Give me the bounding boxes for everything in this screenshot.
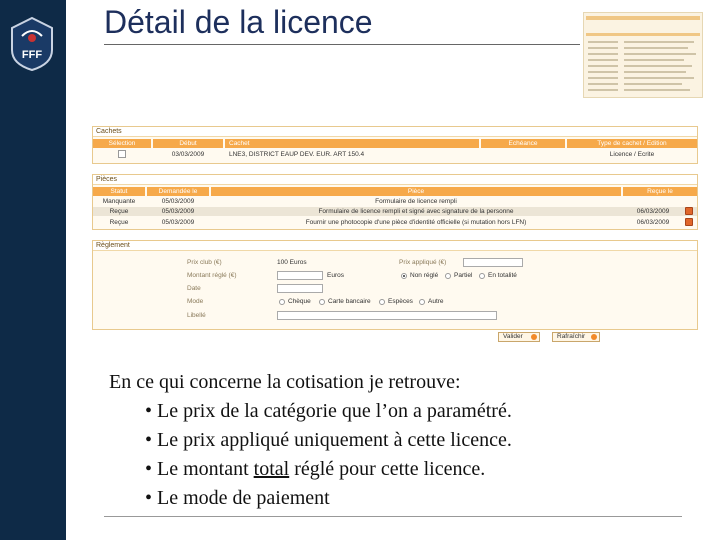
rafraichir-button[interactable]: Rafraîchir bbox=[552, 332, 600, 342]
prix-club-value: 100 Euros bbox=[277, 259, 307, 266]
mode-autre-radio[interactable] bbox=[419, 299, 425, 305]
etat-totalite-radio[interactable] bbox=[479, 273, 485, 279]
body-text: En ce qui concerne la cotisation je retr… bbox=[109, 368, 512, 513]
date-label: Date bbox=[187, 285, 201, 292]
col-selection: Sélection bbox=[93, 139, 151, 148]
bullet-item: • Le prix appliqué uniquement à cette li… bbox=[145, 429, 512, 451]
piece-demandee: 05/03/2009 bbox=[161, 219, 195, 226]
etat-partiel-radio[interactable] bbox=[445, 273, 451, 279]
cachets-panel: Cachets Sélection Début Cachet Echéance … bbox=[92, 126, 698, 164]
cachet-echeance bbox=[481, 150, 565, 159]
etat-non-regle-label: Non réglé bbox=[410, 272, 439, 279]
thumbnail-preview bbox=[583, 12, 703, 98]
rafraichir-label: Rafraîchir bbox=[557, 333, 586, 340]
edit-icon[interactable] bbox=[685, 207, 693, 215]
rafraichir-icon bbox=[591, 334, 597, 340]
valider-icon bbox=[531, 334, 537, 340]
valider-button[interactable]: Valider bbox=[498, 332, 540, 342]
cachet-name: LNE3, DISTRICT EAUP DEV. EUR. ART 150.4 bbox=[229, 151, 365, 158]
pieces-title: Pièces bbox=[93, 175, 697, 185]
bottom-divider bbox=[104, 516, 682, 517]
cachet-type: Licence / Ecrite bbox=[609, 151, 655, 158]
montant-label: Montant réglé (€) bbox=[187, 272, 237, 279]
slide-title: Détail de la licence bbox=[104, 4, 373, 40]
col-echeance: Echéance bbox=[481, 139, 565, 148]
piece-demandee: 05/03/2009 bbox=[161, 198, 195, 205]
reglement-title: Règlement bbox=[93, 241, 697, 251]
piece-statut: Reçue bbox=[109, 219, 129, 226]
fff-logo: FFF bbox=[11, 16, 53, 72]
cachet-debut: 03/03/2009 bbox=[171, 151, 205, 158]
col-type-cachet: Type de cachet / Edition bbox=[567, 139, 697, 148]
logo-text: FFF bbox=[22, 49, 42, 61]
piece-recue bbox=[623, 197, 683, 206]
prix-applique-label: Prix appliqué (€) bbox=[399, 259, 447, 266]
mode-especes-radio[interactable] bbox=[379, 299, 385, 305]
reglement-panel: Règlement Prix club (€) 100 Euros Prix a… bbox=[92, 240, 698, 330]
mode-especes-label: Espèces bbox=[388, 298, 413, 305]
col-recue: Reçue le bbox=[623, 187, 697, 196]
bullet-item: • Le mode de paiement bbox=[145, 487, 330, 509]
selection-checkbox[interactable] bbox=[118, 150, 126, 158]
col-piece: Pièce bbox=[211, 187, 621, 196]
cachets-title: Cachets bbox=[93, 127, 697, 137]
libelle-input[interactable] bbox=[277, 311, 497, 320]
pieces-panel: Pièces Statut Demandée le Pièce Reçue le… bbox=[92, 174, 698, 230]
etat-partiel-label: Partiel bbox=[454, 272, 473, 279]
mode-autre-label: Autre bbox=[428, 298, 444, 305]
piece-label: Formulaire de licence rempli et signé av… bbox=[318, 208, 514, 215]
col-demandee: Demandée le bbox=[147, 187, 209, 196]
sidebar: FFF bbox=[0, 0, 66, 540]
valider-label: Valider bbox=[503, 333, 523, 340]
prix-applique-input[interactable] bbox=[463, 258, 523, 267]
mode-carte-radio[interactable] bbox=[319, 299, 325, 305]
piece-label: Formulaire de licence rempli bbox=[375, 198, 457, 205]
bullet-item: • Le montant total réglé pour cette lice… bbox=[145, 458, 486, 480]
piece-demandee: 05/03/2009 bbox=[161, 208, 195, 215]
title-divider bbox=[104, 44, 580, 45]
piece-label: Fournir une photocopie d'une pièce d'ide… bbox=[305, 219, 527, 226]
date-input[interactable] bbox=[277, 284, 323, 293]
mode-cheque-label: Chèque bbox=[288, 298, 311, 305]
montant-unit: Euros bbox=[327, 272, 344, 279]
edit-icon[interactable] bbox=[685, 218, 693, 226]
etat-totalite-label: En totalité bbox=[488, 272, 517, 279]
col-statut: Statut bbox=[93, 187, 145, 196]
piece-recue: 06/03/2009 bbox=[636, 208, 670, 215]
libelle-label: Libellé bbox=[187, 312, 206, 319]
prix-club-label: Prix club (€) bbox=[187, 259, 222, 266]
montant-input[interactable] bbox=[277, 271, 323, 280]
mode-label: Mode bbox=[187, 298, 204, 305]
piece-recue: 06/03/2009 bbox=[636, 219, 670, 226]
col-debut: Début bbox=[153, 139, 223, 148]
bullet-item: • Le prix de la catégorie que l’on a par… bbox=[145, 400, 512, 422]
piece-statut: Reçue bbox=[109, 208, 129, 215]
etat-non-regle-radio[interactable] bbox=[401, 273, 407, 279]
mode-carte-label: Carte bancaire bbox=[328, 298, 371, 305]
mode-cheque-radio[interactable] bbox=[279, 299, 285, 305]
intro-text: En ce qui concerne la cotisation je retr… bbox=[109, 371, 461, 393]
piece-statut: Manquante bbox=[102, 198, 136, 205]
col-cachet: Cachet bbox=[225, 139, 479, 148]
